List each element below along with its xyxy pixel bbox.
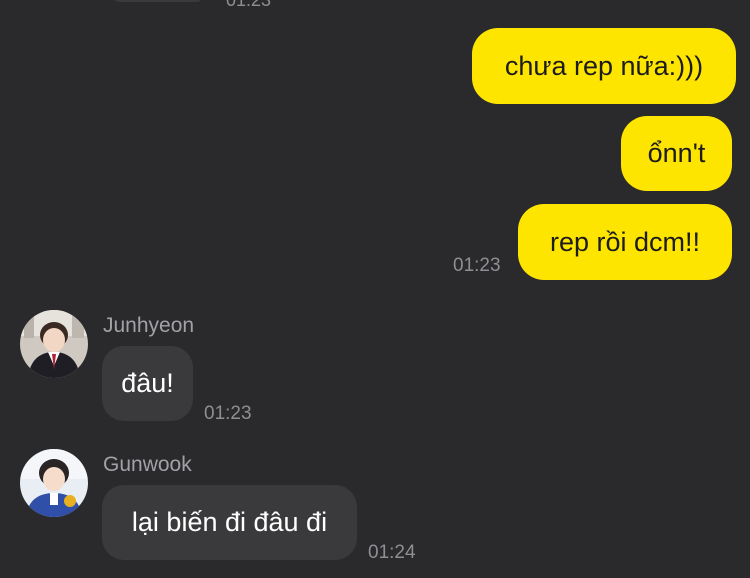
previous-message-bubble[interactable]	[112, 0, 204, 2]
message-text: ổnn't	[647, 138, 706, 168]
avatar-gunwook[interactable]	[20, 449, 88, 517]
message-text: lại biến đi đâu đi	[131, 507, 328, 537]
message-text: rep rồi dcm!!	[549, 226, 701, 257]
incoming-message-bubble[interactable]: lại biến đi đâu đi	[102, 485, 357, 560]
profile-photo-icon	[20, 449, 88, 517]
outgoing-message-bubble[interactable]: rep rồi dcm!!	[518, 204, 732, 280]
message-timestamp: 01:23	[453, 255, 501, 276]
message-timestamp: 01:23	[204, 403, 252, 424]
message-text: đâu!	[121, 368, 174, 398]
sender-name: Junhyeon	[103, 314, 195, 337]
chat-area: 01:23 chưa rep nữa:))) ổnn't rep rồi dcm…	[0, 0, 750, 578]
incoming-message-bubble[interactable]: đâu!	[102, 346, 193, 421]
message-timestamp: 01:23	[226, 0, 272, 10]
message-text: chưa rep nữa:)))	[504, 50, 704, 81]
outgoing-message-bubble[interactable]: ổnn't	[621, 116, 732, 191]
sender-name: Gunwook	[103, 453, 192, 476]
outgoing-message-bubble[interactable]: chưa rep nữa:)))	[472, 28, 736, 104]
profile-photo-icon	[20, 310, 88, 378]
message-timestamp: 01:24	[368, 542, 416, 563]
avatar-junhyeon[interactable]	[20, 310, 88, 378]
